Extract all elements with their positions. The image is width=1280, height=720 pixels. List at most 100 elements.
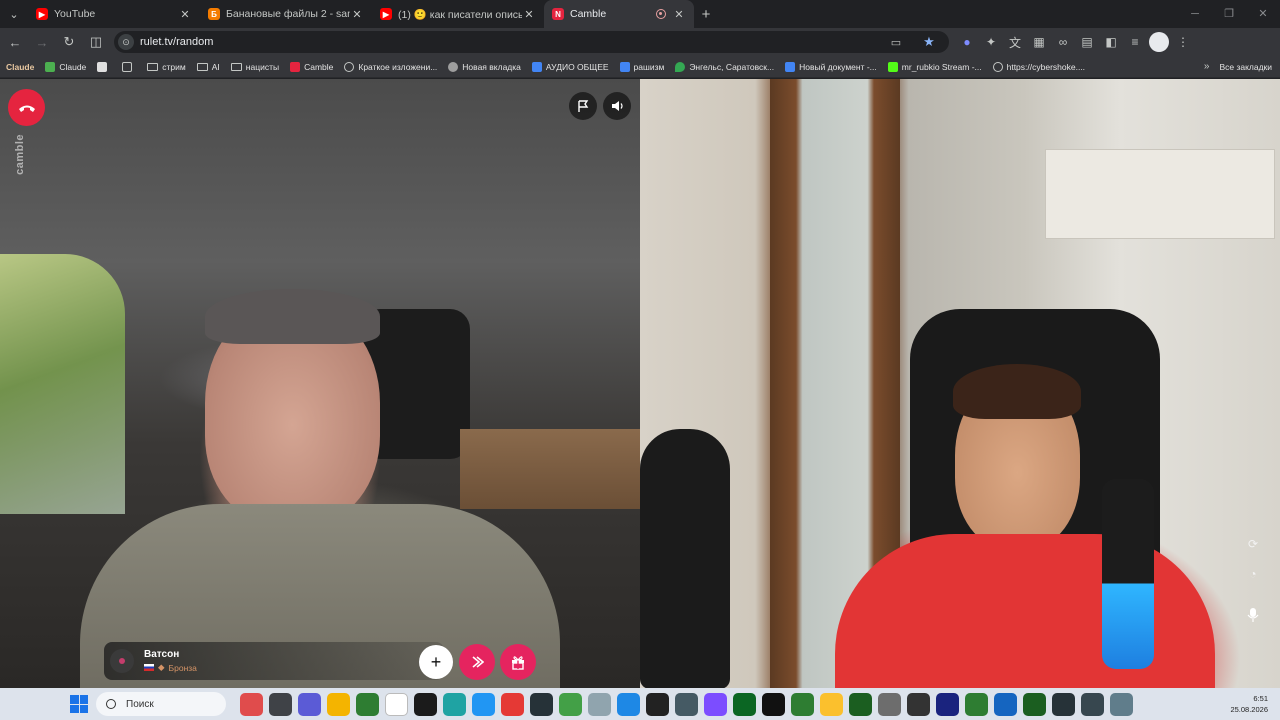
bookmark-engels[interactable]: Энгельс, Саратовск... [675,61,774,72]
taskbar-app-icon[interactable] [878,692,901,716]
bookmark-folder-ai[interactable]: AI [196,62,220,72]
translate-icon[interactable]: 文 [1005,32,1025,52]
gift-button[interactable] [500,644,536,680]
pin-icon [448,61,459,72]
taskbar-app-icon[interactable] [1052,692,1075,716]
folder-icon [196,62,208,71]
bookmark-kick-stream[interactable]: mr_rubkio Stream -... [887,61,982,72]
tab-banana-files[interactable]: Б Банановые файлы 2 - sansgot ✕ [200,0,372,28]
bookmark-audio[interactable]: АУДИО ОБЩЕЕ [531,61,609,72]
address-bar[interactable]: ⊙ rulet.tv/random ▭ ★ [114,31,949,53]
restore-icon[interactable]: ❐ [1212,0,1246,28]
taskbar-app-icon[interactable] [356,692,379,716]
site-info-icon[interactable]: ⊙ [118,34,134,50]
bookmark-folder-nazis[interactable]: нацисты [230,62,279,72]
taskbar-app-icon[interactable] [240,692,263,716]
peer-info-chip[interactable]: Ватсон ◆ Бронза [104,642,444,680]
bookmark-cybershoke[interactable]: https://cybershoke.... [992,61,1085,72]
extension-blue-icon[interactable]: ● [957,32,977,52]
hangup-button[interactable] [8,89,45,126]
taskbar-search[interactable]: Поиск [96,692,226,716]
add-friend-button[interactable]: + [419,645,453,679]
bookmark-claude-text[interactable]: Claude [6,62,34,72]
bookmark-new-tab[interactable]: Новая вкладка [448,61,521,72]
bookmark-camble[interactable]: Camble [290,61,333,72]
taskbar-app-icon[interactable] [414,692,437,716]
minimize-icon[interactable]: ─ [1178,0,1212,28]
taskbar-app-icon[interactable] [1110,692,1133,716]
grid-icon[interactable]: ▦ [1029,32,1049,52]
bookmark-summary[interactable]: Краткое изложени... [344,61,437,72]
cast-icon[interactable]: ▭ [884,30,908,54]
close-window-icon[interactable]: ✕ [1246,0,1280,28]
report-button[interactable] [569,92,597,120]
taskbar-app-icon[interactable] [298,692,321,716]
tab-search-button[interactable]: ⌄ [0,0,28,28]
bookmark-label: стрим [162,61,186,72]
taskbar-app-icon[interactable] [646,692,669,716]
doc-icon: Б [208,8,220,20]
taskbar-app-icon[interactable] [1081,692,1104,716]
taskbar-app-icon[interactable] [936,692,959,716]
bookmark-claude[interactable]: Claude [45,61,86,72]
close-icon[interactable]: ✕ [178,8,192,21]
taskbar-app-icon[interactable] [385,692,408,716]
youtube-icon: ▶ [380,8,392,20]
close-icon[interactable]: ✕ [672,8,686,21]
taskbar-app-icon[interactable] [791,692,814,716]
all-bookmarks-button[interactable]: Все закладки [1219,62,1272,72]
taskbar-app-icon[interactable] [501,692,524,716]
taskbar-app-icon[interactable] [1023,692,1046,716]
extensions-icon[interactable]: ✦ [981,32,1001,52]
profile-avatar[interactable] [1149,32,1169,52]
tab-camble[interactable]: N Camble ✕ [544,0,694,28]
car-window-image [0,254,125,514]
tab-youtube[interactable]: ▶ YouTube ✕ [28,0,200,28]
sidebar-icon[interactable]: ◧ [1101,32,1121,52]
tab-search-icon[interactable]: ▤ [1077,32,1097,52]
bookmark-rashism[interactable]: рашизм [619,61,664,72]
taskbar-app-icon[interactable] [472,692,495,716]
taskbar-app-icon[interactable] [704,692,727,716]
taskbar-app-icon[interactable] [443,692,466,716]
taskbar-app-icon[interactable] [617,692,640,716]
taskbar-app-icon[interactable] [965,692,988,716]
system-tray-clock[interactable]: 6:51 25.08.2026 [1230,693,1268,715]
taskbar-app-icon[interactable] [675,692,698,716]
close-icon[interactable]: ✕ [350,8,364,21]
microphone-icon[interactable] [1246,608,1260,622]
bookmark-new-doc[interactable]: Новый документ -... [785,61,877,72]
volume-button[interactable] [603,92,631,120]
taskbar-app-icon[interactable] [849,692,872,716]
close-icon[interactable]: ✕ [522,8,536,21]
kick-icon [887,61,898,72]
taskbar-app-icon[interactable] [269,692,292,716]
split-view-icon[interactable]: ◫ [84,30,108,54]
taskbar-app-icon[interactable] [733,692,756,716]
timer-icon[interactable]: ◔ [1246,567,1260,581]
taskbar-app-icon[interactable] [907,692,930,716]
taskbar-app-icon[interactable] [588,692,611,716]
link-icon[interactable]: ∞ [1053,32,1073,52]
bookmark-grid[interactable] [122,61,136,72]
back-button[interactable]: ← [3,30,27,54]
taskbar-app-icon[interactable] [994,692,1017,716]
bookmarks-overflow-icon[interactable]: » [1204,61,1210,72]
next-button[interactable] [459,644,495,680]
tab-writers[interactable]: ▶ (1) 🙂 как писатели описыва ✕ [372,0,544,28]
reload-button[interactable]: ↻ [57,30,81,54]
media-icon[interactable]: ≡ [1125,32,1145,52]
taskbar-app-icon[interactable] [327,692,350,716]
new-tab-button[interactable]: + [694,6,718,23]
rotate-camera-icon[interactable]: ⟳ [1246,537,1260,551]
forward-button[interactable]: → [30,30,54,54]
bookmark-square[interactable] [97,61,111,72]
bookmark-folder-stream[interactable]: стрим [147,61,186,72]
taskbar-app-icon[interactable] [559,692,582,716]
taskbar-app-icon[interactable] [530,692,553,716]
taskbar-app-icon[interactable] [762,692,785,716]
windows-start-button[interactable] [70,695,88,713]
taskbar-app-icon[interactable] [820,692,843,716]
menu-icon[interactable]: ⋮ [1173,32,1193,52]
bookmark-star-icon[interactable]: ★ [917,30,941,54]
